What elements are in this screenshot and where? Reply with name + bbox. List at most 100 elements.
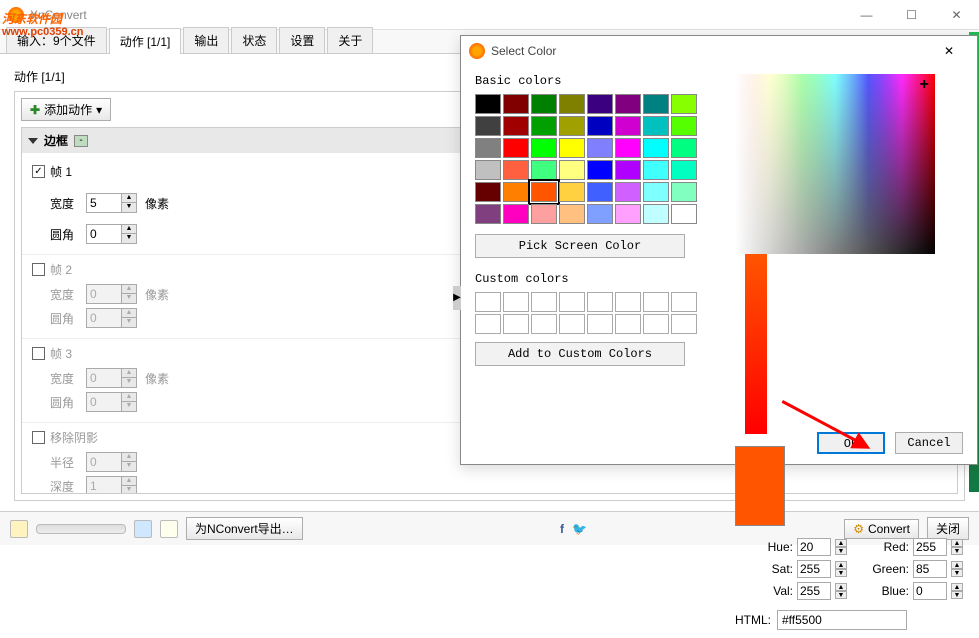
color-swatch[interactable] xyxy=(503,204,529,224)
collapse-icon[interactable] xyxy=(28,138,38,144)
color-swatch[interactable] xyxy=(531,204,557,224)
color-swatch[interactable] xyxy=(531,138,557,158)
color-swatch[interactable] xyxy=(643,182,669,202)
blue-label: Blue: xyxy=(863,584,909,598)
frame1-width-spin[interactable]: ▲▼ xyxy=(86,193,137,213)
tab-actions[interactable]: 动作 [1/1] xyxy=(109,28,182,54)
color-swatch[interactable] xyxy=(643,204,669,224)
add-custom-color-button[interactable]: Add to Custom Colors xyxy=(475,342,685,366)
shadow-radius-spin[interactable]: ▲▼ xyxy=(86,452,137,472)
frame2-round-spin[interactable]: ▲▼ xyxy=(86,308,137,328)
color-swatch[interactable] xyxy=(671,138,697,158)
color-swatch[interactable] xyxy=(615,182,641,202)
red-input[interactable] xyxy=(913,538,947,556)
add-action-button[interactable]: ✚添加动作▾ xyxy=(21,98,111,121)
export-nconvert-button[interactable]: 为NConvert导出… xyxy=(186,517,303,540)
color-swatch[interactable] xyxy=(559,116,585,136)
color-swatch[interactable] xyxy=(643,94,669,114)
frame2-title: 帧 2 xyxy=(50,261,72,278)
window-maximize[interactable]: ☐ xyxy=(889,0,934,30)
color-swatch[interactable] xyxy=(587,116,613,136)
remove-action-button[interactable]: - xyxy=(74,135,88,147)
dialog-close-button[interactable]: ✕ xyxy=(929,36,969,66)
window-minimize[interactable]: — xyxy=(844,0,889,30)
frame1-round-spin[interactable]: ▲▼ xyxy=(86,224,137,244)
val-input[interactable] xyxy=(797,582,831,600)
ok-button[interactable]: OK xyxy=(817,432,885,454)
color-swatch[interactable] xyxy=(475,160,501,180)
color-swatch[interactable] xyxy=(559,94,585,114)
window-close[interactable]: ✕ xyxy=(934,0,979,30)
color-swatch[interactable] xyxy=(587,94,613,114)
color-swatch[interactable] xyxy=(587,160,613,180)
color-swatch[interactable] xyxy=(643,116,669,136)
script-icon[interactable] xyxy=(160,520,178,538)
color-swatch[interactable] xyxy=(587,138,613,158)
color-swatch[interactable] xyxy=(531,116,557,136)
color-swatch[interactable] xyxy=(671,182,697,202)
shadow-depth-spin[interactable]: ▲▼ xyxy=(86,476,137,493)
color-swatch[interactable] xyxy=(615,138,641,158)
green-label: Green: xyxy=(863,562,909,576)
pick-screen-color-button[interactable]: Pick Screen Color xyxy=(475,234,685,258)
color-swatch[interactable] xyxy=(531,94,557,114)
color-swatch[interactable] xyxy=(503,182,529,202)
color-swatch[interactable] xyxy=(643,160,669,180)
html-color-input[interactable] xyxy=(777,610,907,630)
dialog-expand-toggle[interactable]: ▶ xyxy=(453,286,461,310)
shadow-checkbox[interactable] xyxy=(32,431,45,444)
tab-about[interactable]: 关于 xyxy=(327,27,373,53)
width-label-2: 宽度 xyxy=(50,286,78,303)
color-swatch[interactable] xyxy=(503,116,529,136)
frame3-width-spin[interactable]: ▲▼ xyxy=(86,368,137,388)
color-swatch[interactable] xyxy=(671,160,697,180)
color-swatch[interactable] xyxy=(531,160,557,180)
hue-input[interactable] xyxy=(797,538,831,556)
color-swatch[interactable] xyxy=(475,204,501,224)
frame3-checkbox[interactable] xyxy=(32,347,45,360)
color-swatch[interactable] xyxy=(559,204,585,224)
basic-color-grid[interactable] xyxy=(475,94,715,224)
color-swatch[interactable] xyxy=(615,204,641,224)
color-swatch[interactable] xyxy=(475,138,501,158)
color-swatch[interactable] xyxy=(531,182,557,202)
frame1-checkbox[interactable] xyxy=(32,165,45,178)
color-swatch[interactable] xyxy=(587,204,613,224)
color-swatch[interactable] xyxy=(475,94,501,114)
color-swatch[interactable] xyxy=(503,138,529,158)
color-swatch[interactable] xyxy=(671,116,697,136)
progress-slider[interactable] xyxy=(36,524,126,534)
tab-status[interactable]: 状态 xyxy=(231,27,277,53)
color-swatch[interactable] xyxy=(615,94,641,114)
color-swatch[interactable] xyxy=(559,138,585,158)
frame3-round-spin[interactable]: ▲▼ xyxy=(86,392,137,412)
color-swatch[interactable] xyxy=(475,182,501,202)
frame2-checkbox[interactable] xyxy=(32,263,45,276)
color-swatch[interactable] xyxy=(671,94,697,114)
custom-color-grid[interactable] xyxy=(475,292,715,334)
color-swatch[interactable] xyxy=(615,116,641,136)
color-swatch[interactable] xyxy=(559,182,585,202)
color-swatch[interactable] xyxy=(671,204,697,224)
color-swatch[interactable] xyxy=(587,182,613,202)
color-swatch[interactable] xyxy=(503,94,529,114)
unit-label-2: 像素 xyxy=(145,286,169,303)
color-swatch[interactable] xyxy=(643,138,669,158)
color-swatch[interactable] xyxy=(475,116,501,136)
color-swatch[interactable] xyxy=(559,160,585,180)
tab-settings[interactable]: 设置 xyxy=(279,27,325,53)
folder-open-icon[interactable] xyxy=(10,520,28,538)
color-gradient-picker[interactable]: + xyxy=(735,74,935,254)
save-icon[interactable] xyxy=(134,520,152,538)
color-swatch[interactable] xyxy=(615,160,641,180)
tab-input[interactable]: 输入：9个文件 xyxy=(6,27,107,53)
hue-slider[interactable] xyxy=(745,254,767,434)
cancel-button[interactable]: Cancel xyxy=(895,432,963,454)
round-label-3: 圆角 xyxy=(50,394,78,411)
sat-input[interactable] xyxy=(797,560,831,578)
color-swatch[interactable] xyxy=(503,160,529,180)
blue-input[interactable] xyxy=(913,582,947,600)
green-input[interactable] xyxy=(913,560,947,578)
frame2-width-spin[interactable]: ▲▼ xyxy=(86,284,137,304)
tab-output[interactable]: 输出 xyxy=(183,27,229,53)
